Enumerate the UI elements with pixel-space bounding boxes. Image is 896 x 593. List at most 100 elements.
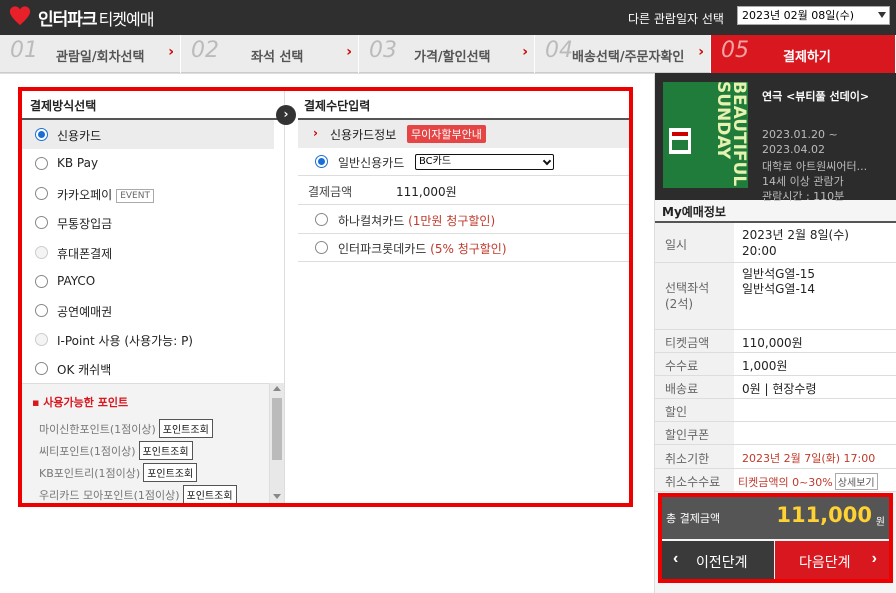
info-key: 취소수수료 <box>655 469 734 491</box>
chevron-left-icon: ‹ <box>673 550 679 567</box>
general-card-row[interactable]: 일반신용카드 BC카드 <box>298 148 629 176</box>
info-value: 2023년 2월 8일(수) 20:00 <box>734 223 896 262</box>
step-4[interactable]: 04 배송선택/주문자확인 › <box>535 35 711 73</box>
card-select-value: BC카드 <box>419 156 452 167</box>
method-bank-transfer[interactable]: 무통장입금 <box>22 208 274 237</box>
info-row-seats: 선택좌석 (2석) 일반석G열-15 일반석G열-14 <box>655 263 896 330</box>
point-row-woori: 우리카드 모아포인트(1점이상) 포인트조회 <box>39 485 237 504</box>
radio[interactable] <box>35 304 48 317</box>
info-row-cancel-fee: 취소수수료 티켓금액의 0~30% 상세보기 <box>655 469 896 492</box>
show-poster[interactable]: BEAUTIFUL SUNDAY <box>663 82 748 188</box>
payment-method-title: 결제방식선택 <box>30 99 97 113</box>
total-label: 총 결제금액 <box>666 512 721 525</box>
hana-card-name: 하나컬쳐카드 <box>338 214 405 228</box>
amount-value: 111,000원 <box>396 185 457 199</box>
lotte-card-label: 인터파크롯데카드 (5% 청구할인) <box>338 240 507 257</box>
info-key: 수수료 <box>655 353 734 375</box>
method-payco[interactable]: PAYCO <box>22 267 274 296</box>
radio[interactable] <box>35 362 48 375</box>
method-label: KB Pay <box>57 156 99 170</box>
info-key-line: (2석) <box>665 297 694 311</box>
hana-discount: (1만원 청구할인) <box>408 214 496 228</box>
info-value: 2023년 2월 7일(화) 17:00 <box>734 445 896 468</box>
step-5-active[interactable]: 05 결제하기 <box>711 35 896 73</box>
show-period-end: 2023.04.02 <box>762 143 825 156</box>
next-step-label: 다음단계 <box>799 554 851 570</box>
point-lookup-button[interactable]: 포인트조회 <box>138 441 193 460</box>
method-kakao-pay[interactable]: 카카오페이 EVENT <box>22 179 274 208</box>
step-3[interactable]: 03 가격/할인선택 › <box>359 35 535 73</box>
method-mobile: 휴대폰결제 <box>22 238 274 267</box>
method-label: 휴대폰결제 <box>57 247 113 261</box>
chevron-right-icon: › <box>346 44 352 60</box>
date-select[interactable]: 2023년 02월 08일(수) <box>737 6 890 25</box>
method-ok-cashbag[interactable]: OK 캐쉬백 <box>22 354 274 383</box>
amount-row: 결제금액 111,000원 <box>298 177 629 205</box>
credit-card-info-header: › 신용카드정보 무이자할부안내 <box>298 120 629 148</box>
card-company-select[interactable]: BC카드 <box>415 154 554 170</box>
scroll-down-icon[interactable] <box>273 494 281 499</box>
radio-selected[interactable] <box>315 155 328 168</box>
show-period-start: 2023.01.20 ~ <box>762 128 838 141</box>
step-1[interactable]: 01 관람일/회차선택 › <box>0 35 181 73</box>
method-label: 공연예매권 <box>57 305 113 319</box>
info-row-fee: 수수료 1,000원 <box>655 353 896 376</box>
point-row-shinhan: 마이신한포인트(1점이상) 포인트조회 <box>39 419 213 438</box>
date-select-value: 2023년 02월 08일(수) <box>742 9 855 22</box>
brand-sub: 티켓예매 <box>98 10 155 29</box>
radio[interactable] <box>35 187 48 200</box>
info-row-ticket-price: 티켓금액 110,000원 <box>655 330 896 353</box>
radio-selected[interactable] <box>35 128 48 141</box>
installment-info-button[interactable]: 무이자할부안내 <box>407 125 486 143</box>
detail-view-button[interactable]: 상세보기 <box>834 473 878 490</box>
method-label: 무통장입금 <box>57 217 113 231</box>
radio[interactable] <box>315 241 328 254</box>
method-ipoint: I-Point 사용 (사용가능: P) <box>22 325 274 354</box>
point-lookup-button[interactable]: 포인트조회 <box>143 463 198 482</box>
radio[interactable] <box>315 213 328 226</box>
info-key: 티켓금액 <box>655 330 734 352</box>
payment-input-title: 결제수단입력 <box>304 99 371 113</box>
info-value: 1,000원 <box>734 353 896 375</box>
radio[interactable] <box>35 275 48 288</box>
brand-title[interactable]: 인터파크 티켓예매 <box>38 5 155 30</box>
previous-step-button[interactable]: ‹ 이전단계 <box>661 541 774 580</box>
info-value: 0원 | 현장수령 <box>734 376 896 398</box>
point-lookup-button[interactable]: 포인트조회 <box>182 485 237 504</box>
method-voucher[interactable]: 공연예매권 <box>22 296 274 325</box>
step-label: 좌석 선택 <box>251 50 304 65</box>
radio[interactable] <box>35 216 48 229</box>
info-row-coupon: 할인쿠폰 <box>655 422 896 445</box>
next-step-button[interactable]: 다음단계 › <box>775 541 890 580</box>
points-scrollbar[interactable] <box>269 383 284 503</box>
total-unit: 원 <box>875 517 885 528</box>
date-label: 다른 관람일자 선택 <box>628 12 724 26</box>
point-row-citi: 씨티포인트(1점이상) 포인트조회 <box>39 441 193 460</box>
method-label: OK 캐쉬백 <box>57 363 112 377</box>
method-credit-card[interactable]: 신용카드 <box>22 120 274 149</box>
info-key: 할인 <box>655 399 734 421</box>
radio[interactable] <box>35 157 48 170</box>
info-key: 일시 <box>655 223 734 262</box>
point-label: 우리카드 모아포인트(1점이상) <box>39 489 180 502</box>
payment-input-panel: 결제수단입력 › 신용카드정보 무이자할부안내 일반신용카드 BC카드 결제금액… <box>286 91 629 503</box>
previous-step-label: 이전단계 <box>696 554 748 570</box>
points-title: ▪ 사용가능한 포인트 <box>32 396 129 409</box>
point-label: 씨티포인트(1점이상) <box>39 445 136 458</box>
method-kb-pay[interactable]: KB Pay <box>22 149 274 178</box>
step-number: 03 <box>369 38 397 63</box>
info-value-line: 일반석G열-14 <box>742 282 816 296</box>
step-number: 04 <box>545 38 573 63</box>
method-label: 카카오페이 EVENT <box>57 186 154 203</box>
scroll-up-icon[interactable] <box>273 386 281 391</box>
payment-method-panel: 결제방식선택 신용카드 KB Pay 카카오페이 EVENT 무통장입금 휴대폰결… <box>22 91 285 504</box>
lotte-card-row[interactable]: 인터파크롯데카드 (5% 청구할인) <box>298 234 629 262</box>
hana-card-row[interactable]: 하나컬쳐카드 (1만원 청구할인) <box>298 206 629 234</box>
scroll-thumb[interactable] <box>272 398 282 460</box>
step-2[interactable]: 02 좌석 선택 › <box>181 35 359 73</box>
info-row-discount: 할인 <box>655 399 896 422</box>
general-card-label: 일반신용카드 <box>338 156 405 170</box>
point-lookup-button[interactable]: 포인트조회 <box>158 419 213 438</box>
step-number: 02 <box>191 38 219 63</box>
lotte-card-name: 인터파크롯데카드 <box>338 242 427 256</box>
